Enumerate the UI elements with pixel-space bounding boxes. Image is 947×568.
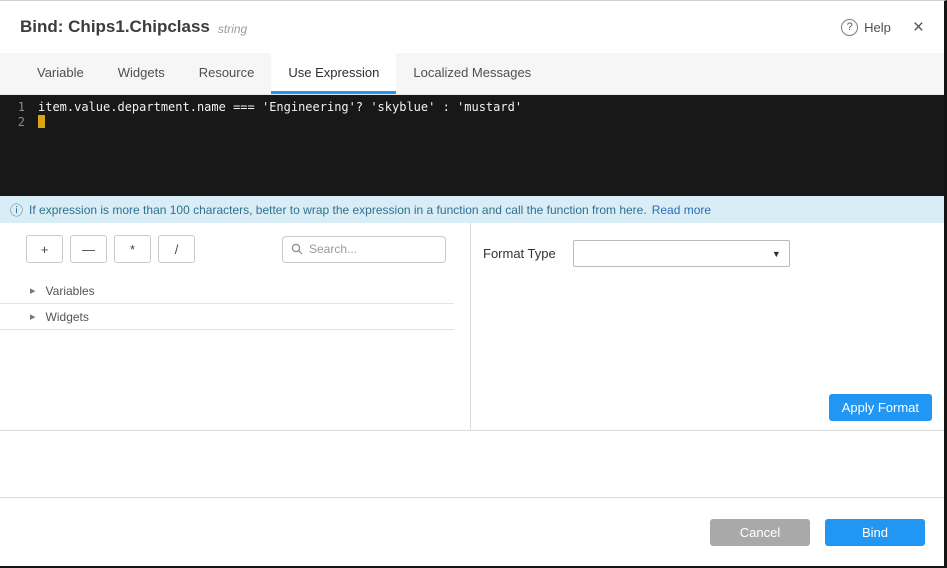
dialog-header: Bind: Chips1.Chipclass string ? Help × — [0, 1, 944, 53]
search-input[interactable] — [309, 242, 437, 256]
help-button[interactable]: ? Help — [841, 19, 891, 36]
expression-editor[interactable]: 1 item.value.department.name === 'Engine… — [0, 95, 944, 196]
dropdown-arrow-icon: ▼ — [772, 249, 781, 259]
expression-toolbox: + — * / ▸ Variables ▸ — [0, 223, 471, 430]
line-number: 1 — [0, 100, 38, 115]
tab-use-expression[interactable]: Use Expression — [271, 53, 396, 94]
cancel-button[interactable]: Cancel — [710, 519, 810, 546]
bind-dialog: Bind: Chips1.Chipclass string ? Help × V… — [0, 0, 947, 568]
editor-line: 1 item.value.department.name === 'Engine… — [0, 100, 944, 115]
tab-localized-messages[interactable]: Localized Messages — [396, 53, 548, 94]
tree-item-variables[interactable]: ▸ Variables — [0, 278, 454, 304]
format-panel: Format Type ▼ Apply Format — [471, 223, 944, 430]
info-icon: ⓘ — [10, 200, 23, 219]
chevron-right-icon: ▸ — [30, 284, 36, 297]
chevron-right-icon: ▸ — [30, 310, 36, 323]
tree-item-widgets[interactable]: ▸ Widgets — [0, 304, 454, 330]
help-label: Help — [864, 20, 891, 35]
tab-variable[interactable]: Variable — [20, 53, 101, 94]
page-title: Bind: Chips1.Chipclass — [20, 17, 210, 37]
line-number: 2 — [0, 115, 38, 130]
text-cursor — [38, 115, 45, 128]
hint-text: If expression is more than 100 character… — [29, 203, 647, 217]
empty-section — [0, 431, 944, 498]
dialog-footer: Cancel Bind — [0, 498, 944, 566]
header-actions: ? Help × — [841, 18, 924, 37]
help-icon: ? — [841, 19, 858, 36]
binding-type-label: string — [218, 22, 247, 36]
expression-hint-bar: ⓘ If expression is more than 100 charact… — [0, 196, 944, 223]
middle-section: + — * / ▸ Variables ▸ — [0, 223, 944, 431]
close-icon[interactable]: × — [913, 18, 924, 37]
format-type-label: Format Type — [483, 246, 556, 261]
source-tree: ▸ Variables ▸ Widgets — [0, 278, 470, 330]
format-type-select[interactable]: ▼ — [573, 240, 790, 267]
tree-item-label: Widgets — [46, 310, 89, 324]
read-more-link[interactable]: Read more — [652, 203, 711, 217]
tab-widgets[interactable]: Widgets — [101, 53, 182, 94]
minus-operator-button[interactable]: — — [70, 235, 107, 263]
divide-operator-button[interactable]: / — [158, 235, 195, 263]
apply-format-button[interactable]: Apply Format — [829, 394, 932, 421]
bind-button[interactable]: Bind — [825, 519, 925, 546]
tree-item-label: Variables — [46, 284, 95, 298]
editor-line: 2 — [0, 115, 944, 130]
tab-resource[interactable]: Resource — [182, 53, 272, 94]
search-icon — [291, 243, 303, 255]
format-type-row: Format Type ▼ — [483, 240, 930, 267]
expression-code: item.value.department.name === 'Engineer… — [38, 100, 522, 115]
search-box — [282, 236, 446, 263]
operator-toolbar: + — * / — [0, 235, 470, 263]
multiply-operator-button[interactable]: * — [114, 235, 151, 263]
tab-bar: Variable Widgets Resource Use Expression… — [0, 53, 944, 95]
plus-operator-button[interactable]: + — [26, 235, 63, 263]
